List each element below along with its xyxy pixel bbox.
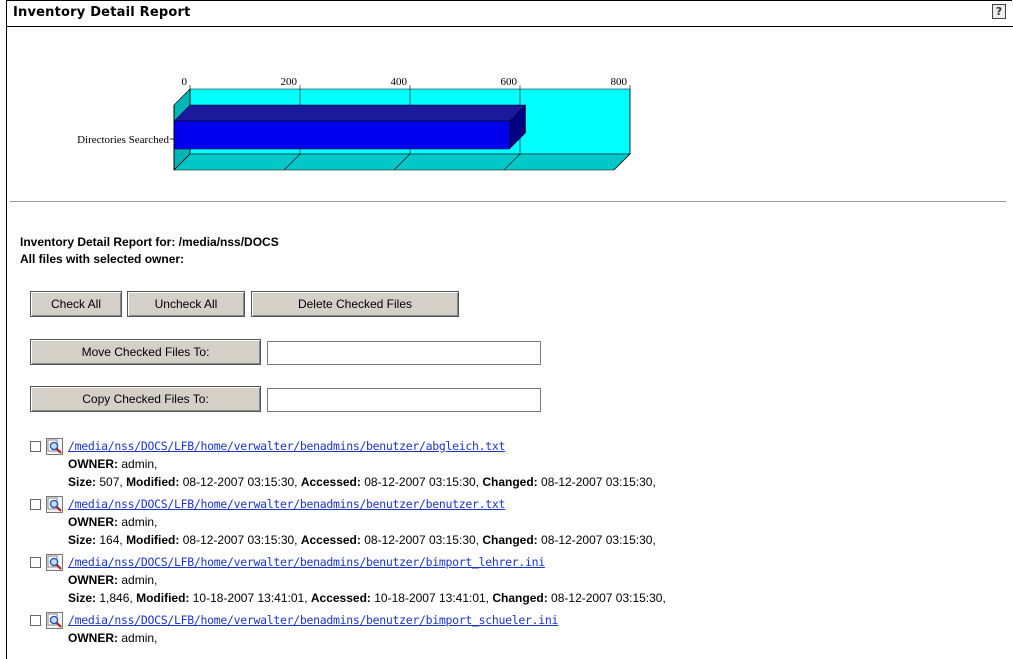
modified-label: Modified:	[126, 475, 180, 489]
file-accessed: 10-18-2007 13:41:01,	[374, 591, 490, 605]
file-path-link[interactable]: /media/nss/DOCS/LFB/home/verwalter/benad…	[68, 497, 505, 511]
file-owner: OWNER: admin,	[68, 457, 157, 471]
accessed-label: Accessed:	[310, 591, 371, 605]
owner-value: admin,	[121, 457, 158, 471]
separator	[10, 201, 1006, 202]
file-checkbox[interactable]	[30, 499, 41, 510]
bar-top-face	[173, 104, 527, 122]
file-owner: OWNER: admin,	[68, 573, 157, 587]
copy-destination-input[interactable]	[267, 388, 541, 412]
size-label: Size:	[68, 475, 97, 489]
page-title: Inventory Detail Report	[13, 5, 191, 20]
accessed-label: Accessed:	[300, 475, 361, 489]
magnifier-icon[interactable]	[46, 496, 63, 513]
modified-label: Modified:	[136, 591, 190, 605]
title-bar: Inventory Detail Report ?	[7, 1, 1013, 27]
changed-label: Changed:	[482, 533, 538, 547]
uncheck-all-button[interactable]: Uncheck All	[127, 291, 245, 317]
x-tick-label: 0	[182, 76, 188, 88]
file-meta: Size: 1,846, Modified: 10-18-2007 13:41:…	[68, 591, 666, 605]
owner-value: admin,	[121, 515, 158, 529]
owner-label: OWNER:	[68, 457, 118, 471]
file-owner: OWNER: admin,	[68, 631, 157, 645]
file-checkbox[interactable]	[30, 557, 41, 568]
file-path-link[interactable]: /media/nss/DOCS/LFB/home/verwalter/benad…	[68, 613, 558, 627]
report-subheading: All files with selected owner:	[20, 252, 185, 266]
file-checkbox[interactable]	[30, 615, 41, 626]
owner-label: OWNER:	[68, 631, 118, 645]
x-tick-label: 800	[611, 76, 628, 88]
x-tick-label: 600	[501, 76, 518, 88]
file-accessed: 08-12-2007 03:15:30,	[364, 475, 479, 489]
file-meta: Size: 164, Modified: 08-12-2007 03:15:30…	[68, 533, 656, 547]
magnifier-icon[interactable]	[46, 438, 63, 455]
bar	[173, 120, 510, 150]
modified-label: Modified:	[126, 533, 180, 547]
file-size: 164,	[99, 533, 123, 547]
file-size: 1,846,	[99, 591, 133, 605]
size-label: Size:	[68, 533, 97, 547]
size-label: Size:	[68, 591, 97, 605]
file-modified: 08-12-2007 03:15:30,	[182, 475, 298, 489]
directories-chart: 0 200 400 600 800 Directories Searched	[77, 76, 631, 171]
file-checkbox[interactable]	[30, 441, 41, 452]
file-accessed: 08-12-2007 03:15:30,	[364, 533, 479, 547]
owner-label: OWNER:	[68, 515, 118, 529]
changed-label: Changed:	[492, 591, 548, 605]
owner-value: admin,	[121, 573, 158, 587]
accessed-label: Accessed:	[300, 533, 361, 547]
y-tick-label: Directories Searched	[77, 134, 169, 146]
move-checked-button[interactable]: Move Checked Files To:	[30, 339, 261, 365]
check-all-button[interactable]: Check All	[30, 291, 122, 317]
file-owner: OWNER: admin,	[68, 515, 157, 529]
file-size: 507,	[99, 475, 123, 489]
magnifier-icon[interactable]	[46, 612, 63, 629]
file-path-link[interactable]: /media/nss/DOCS/LFB/home/verwalter/benad…	[68, 439, 505, 453]
move-destination-input[interactable]	[267, 341, 541, 365]
file-modified: 08-12-2007 03:15:30,	[182, 533, 298, 547]
x-tick-label: 400	[391, 76, 408, 88]
report-heading: Inventory Detail Report for: /media/nss/…	[20, 235, 279, 249]
owner-label: OWNER:	[68, 573, 118, 587]
file-modified: 10-18-2007 13:41:01,	[192, 591, 308, 605]
magnifier-icon[interactable]	[46, 554, 63, 571]
owner-value: admin,	[121, 631, 158, 645]
x-tick-label: 200	[281, 76, 298, 88]
file-changed: 08-12-2007 03:15:30,	[541, 475, 656, 489]
file-changed: 08-12-2007 03:15:30,	[551, 591, 666, 605]
file-meta: Size: 507, Modified: 08-12-2007 03:15:30…	[68, 475, 656, 489]
copy-checked-button[interactable]: Copy Checked Files To:	[30, 386, 261, 412]
changed-label: Changed:	[482, 475, 538, 489]
help-icon[interactable]: ?	[992, 4, 1006, 19]
delete-checked-button[interactable]: Delete Checked Files	[251, 291, 459, 317]
file-changed: 08-12-2007 03:15:30,	[541, 533, 656, 547]
file-path-link[interactable]: /media/nss/DOCS/LFB/home/verwalter/benad…	[68, 555, 545, 569]
